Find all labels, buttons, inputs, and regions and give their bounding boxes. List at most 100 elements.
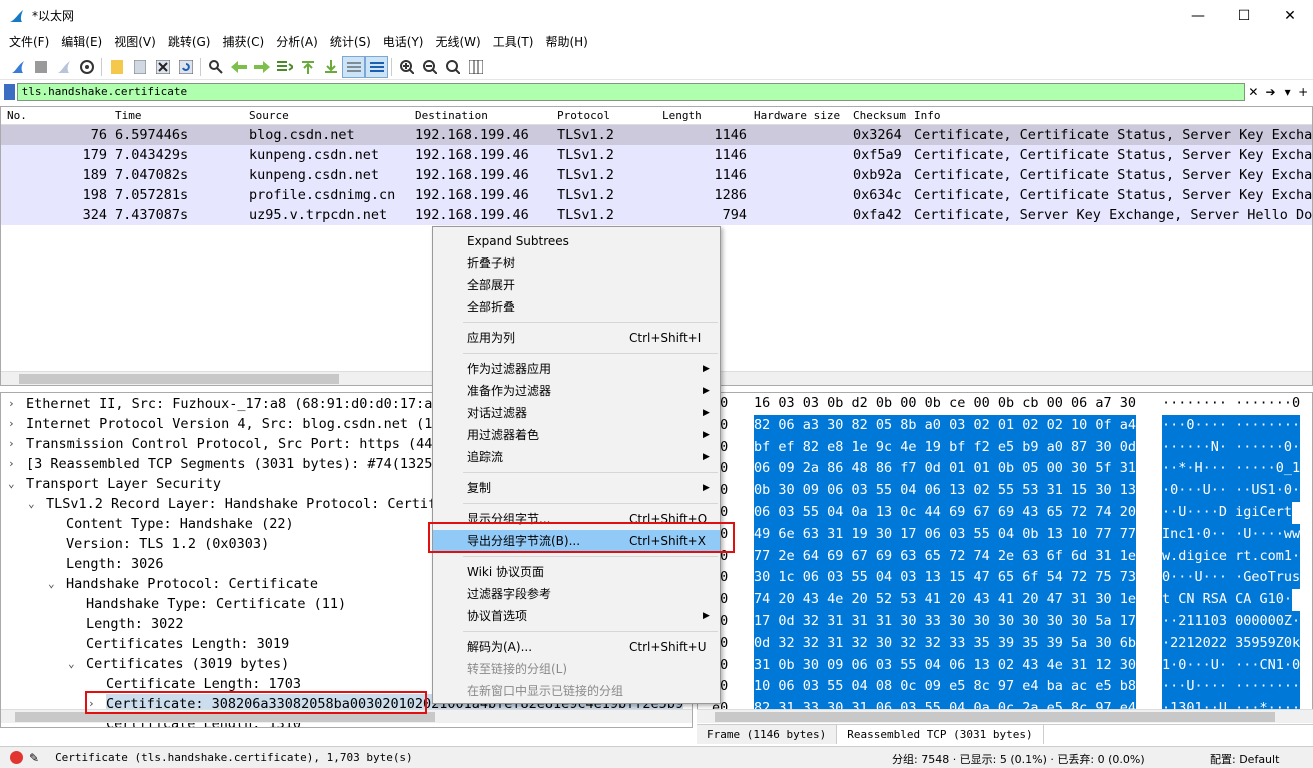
maximize-button[interactable]: ☐ <box>1221 0 1267 31</box>
tree-expander-icon[interactable]: › <box>8 457 15 470</box>
context-menu-item[interactable]: 应用为列 Ctrl+Shift+I <box>433 327 720 349</box>
capture-options-icon[interactable] <box>75 56 98 78</box>
context-menu-item[interactable]: 全部折叠 <box>433 296 720 318</box>
bookmark-icon[interactable] <box>4 84 15 100</box>
tree-item[interactable]: Length: 3022 <box>86 614 184 634</box>
byte-hex[interactable]: 06 09 2a 86 48 86 f7 0d 01 01 0b 05 00 3… <box>754 458 1137 481</box>
byte-ascii[interactable]: 1·0···U· ···CN1·0 <box>1162 654 1301 677</box>
context-menu-item[interactable]: 全部展开 <box>433 274 720 296</box>
byte-ascii[interactable]: ··*·H··· ·····0_1 <box>1162 458 1301 481</box>
go-to-packet-icon[interactable] <box>273 56 296 78</box>
context-menu-item[interactable]: 追踪流 ▶ <box>433 446 720 468</box>
tree-item[interactable]: Handshake Type: Certificate (11) <box>86 594 346 614</box>
byte-hex[interactable]: 06 03 55 04 0a 13 0c 44 69 67 69 43 65 7… <box>754 502 1137 524</box>
byte-ascii[interactable]: Inc1·0·· ·U····ww <box>1162 523 1301 546</box>
packet-row[interactable]: 189 7.047082s kunpeng.csdn.net 192.168.199.… <box>1 165 1312 185</box>
tree-item[interactable]: Transmission Control Protocol, Src Port:… <box>26 434 441 454</box>
minimize-button[interactable]: — <box>1175 0 1221 31</box>
tree-item[interactable]: Certificates (3019 bytes) <box>86 654 289 674</box>
context-menu-item[interactable]: 用过滤器着色 ▶ <box>433 424 720 446</box>
tree-expander-icon[interactable]: ⌄ <box>68 657 75 670</box>
tree-item[interactable]: Certificates Length: 3019 <box>86 634 289 654</box>
column-header-3[interactable]: Destination <box>415 109 488 122</box>
byte-ascii[interactable]: t CN RSA CA G10· <box>1162 589 1293 612</box>
byte-hex[interactable]: 30 1c 06 03 55 04 03 13 15 47 65 6f 54 7… <box>754 567 1137 590</box>
menu-4[interactable]: 捕获(C) <box>216 31 270 53</box>
status-profile[interactable]: 配置: Default <box>1210 751 1279 767</box>
find-packet-icon[interactable] <box>204 56 227 78</box>
context-menu-item[interactable]: 过滤器字段参考 <box>433 583 720 605</box>
byte-hex[interactable]: 16 03 03 0b d2 0b 00 0b ce 00 0b cb 00 0… <box>754 393 1136 415</box>
tree-item[interactable]: Transport Layer Security <box>26 474 221 494</box>
context-menu-item[interactable]: 对话过滤器 ▶ <box>433 402 720 424</box>
byte-ascii[interactable]: 0···U··· ·GeoTrus <box>1162 567 1301 590</box>
menu-1[interactable]: 编辑(E) <box>55 31 108 53</box>
packet-row[interactable]: 324 7.437087s uz95.v.trpcdn.net 192.168.199… <box>1 205 1312 225</box>
menu-2[interactable]: 视图(V) <box>108 31 162 53</box>
stop-capture-icon[interactable] <box>29 56 52 78</box>
context-menu-item[interactable]: 复制 ▶ <box>433 477 720 499</box>
byte-hex[interactable]: bf ef 82 e8 1e 9c 4e 19 bf f2 e5 b9 a0 8… <box>754 436 1137 459</box>
filter-dropdown-icon[interactable]: ▾ <box>1281 83 1295 101</box>
context-menu-item[interactable]: 准备作为过滤器 ▶ <box>433 380 720 402</box>
tree-item[interactable]: [3 Reassembled TCP Segments (3031 bytes)… <box>26 454 441 474</box>
bytes-hscrollbar[interactable] <box>697 709 1313 723</box>
column-header-7[interactable]: Checksum <box>853 109 906 122</box>
byte-ascii[interactable]: ·2212022 35959Z0k <box>1162 632 1301 655</box>
bytes-tab-0[interactable]: Frame (1146 bytes) <box>697 725 838 744</box>
menu-8[interactable]: 无线(W) <box>430 31 487 53</box>
menu-3[interactable]: 跳转(G) <box>162 31 217 53</box>
zoom-out-icon[interactable] <box>418 56 441 78</box>
tree-item[interactable]: Ethernet II, Src: Fuzhoux-_17:a8 (68:91:… <box>26 394 441 414</box>
byte-hex[interactable]: 82 06 a3 30 82 05 8b a0 03 02 01 02 02 1… <box>754 414 1137 437</box>
column-header-1[interactable]: Time <box>115 109 142 122</box>
context-menu-item[interactable]: 作为过滤器应用 ▶ <box>433 358 720 380</box>
expert-info-icon[interactable] <box>10 751 23 764</box>
menu-7[interactable]: 电话(Y) <box>377 31 430 53</box>
tree-item[interactable]: Handshake Protocol: Certificate <box>66 574 318 594</box>
close-button[interactable]: ✕ <box>1267 0 1313 31</box>
context-menu-item[interactable]: 转至链接的分组(L) <box>433 658 720 680</box>
byte-hex[interactable]: 0b 30 09 06 03 55 04 06 13 02 55 53 31 1… <box>754 480 1137 503</box>
zoom-in-icon[interactable] <box>395 56 418 78</box>
byte-hex[interactable]: 74 20 43 4e 20 52 53 41 20 43 41 20 47 3… <box>754 589 1137 612</box>
byte-hex[interactable]: 17 0d 32 31 31 31 30 33 30 30 30 30 30 3… <box>754 611 1137 633</box>
tree-item[interactable]: Version: TLS 1.2 (0x0303) <box>66 534 269 554</box>
go-forward-icon[interactable] <box>250 56 273 78</box>
column-header-0[interactable]: No. <box>7 109 27 122</box>
context-menu-item[interactable]: 解码为(A)... Ctrl+Shift+U <box>433 636 720 658</box>
column-header-5[interactable]: Length <box>662 109 702 122</box>
tree-expander-icon[interactable]: ⌄ <box>28 497 35 510</box>
colorize-icon[interactable] <box>365 55 388 78</box>
zoom-normal-icon[interactable] <box>441 56 464 78</box>
byte-ascii[interactable]: ···U···· ········ <box>1162 676 1301 699</box>
menu-6[interactable]: 统计(S) <box>324 31 377 53</box>
close-file-icon[interactable] <box>151 56 174 78</box>
menu-9[interactable]: 工具(T) <box>487 31 540 53</box>
start-capture-icon[interactable] <box>6 56 29 78</box>
tree-item[interactable]: Length: 3026 <box>66 554 164 574</box>
context-menu-item[interactable]: 折叠子树 <box>433 252 720 274</box>
context-menu-item[interactable]: Wiki 协议页面 <box>433 561 720 583</box>
tree-expander-icon[interactable]: › <box>8 417 15 430</box>
last-packet-icon[interactable] <box>319 56 342 78</box>
byte-hex[interactable]: 10 06 03 55 04 08 0c 09 e5 8c 97 e4 ba a… <box>754 676 1137 699</box>
go-back-icon[interactable] <box>227 56 250 78</box>
menu-0[interactable]: 文件(F) <box>3 31 55 53</box>
edit-comment-icon[interactable]: ✎ <box>29 751 39 765</box>
reload-file-icon[interactable] <box>174 56 197 78</box>
tree-item[interactable]: TLSv1.2 Record Layer: Handshake Protocol… <box>46 494 444 514</box>
tree-expander-icon[interactable]: › <box>8 397 15 410</box>
column-header-4[interactable]: Protocol <box>557 109 610 122</box>
clear-filter-icon[interactable]: ✕ <box>1247 83 1261 101</box>
byte-ascii[interactable]: w.digice rt.com1· <box>1162 545 1301 568</box>
packet-row[interactable]: 198 7.057281s profile.csdnimg.cn 192.168.19… <box>1 185 1312 205</box>
byte-ascii[interactable]: ··211103 000000Z· <box>1162 611 1301 633</box>
byte-ascii[interactable]: ········ ·······0 <box>1162 393 1300 415</box>
byte-hex[interactable]: 49 6e 63 31 19 30 17 06 03 55 04 0b 13 1… <box>754 523 1137 546</box>
byte-ascii[interactable]: ·0···U·· ··US1·0· <box>1162 480 1301 503</box>
add-filter-button-icon[interactable]: + <box>1296 83 1310 101</box>
autoscroll-icon[interactable] <box>342 55 365 78</box>
column-header-2[interactable]: Source <box>249 109 289 122</box>
byte-ascii[interactable]: ······N· ······0· <box>1162 436 1301 459</box>
